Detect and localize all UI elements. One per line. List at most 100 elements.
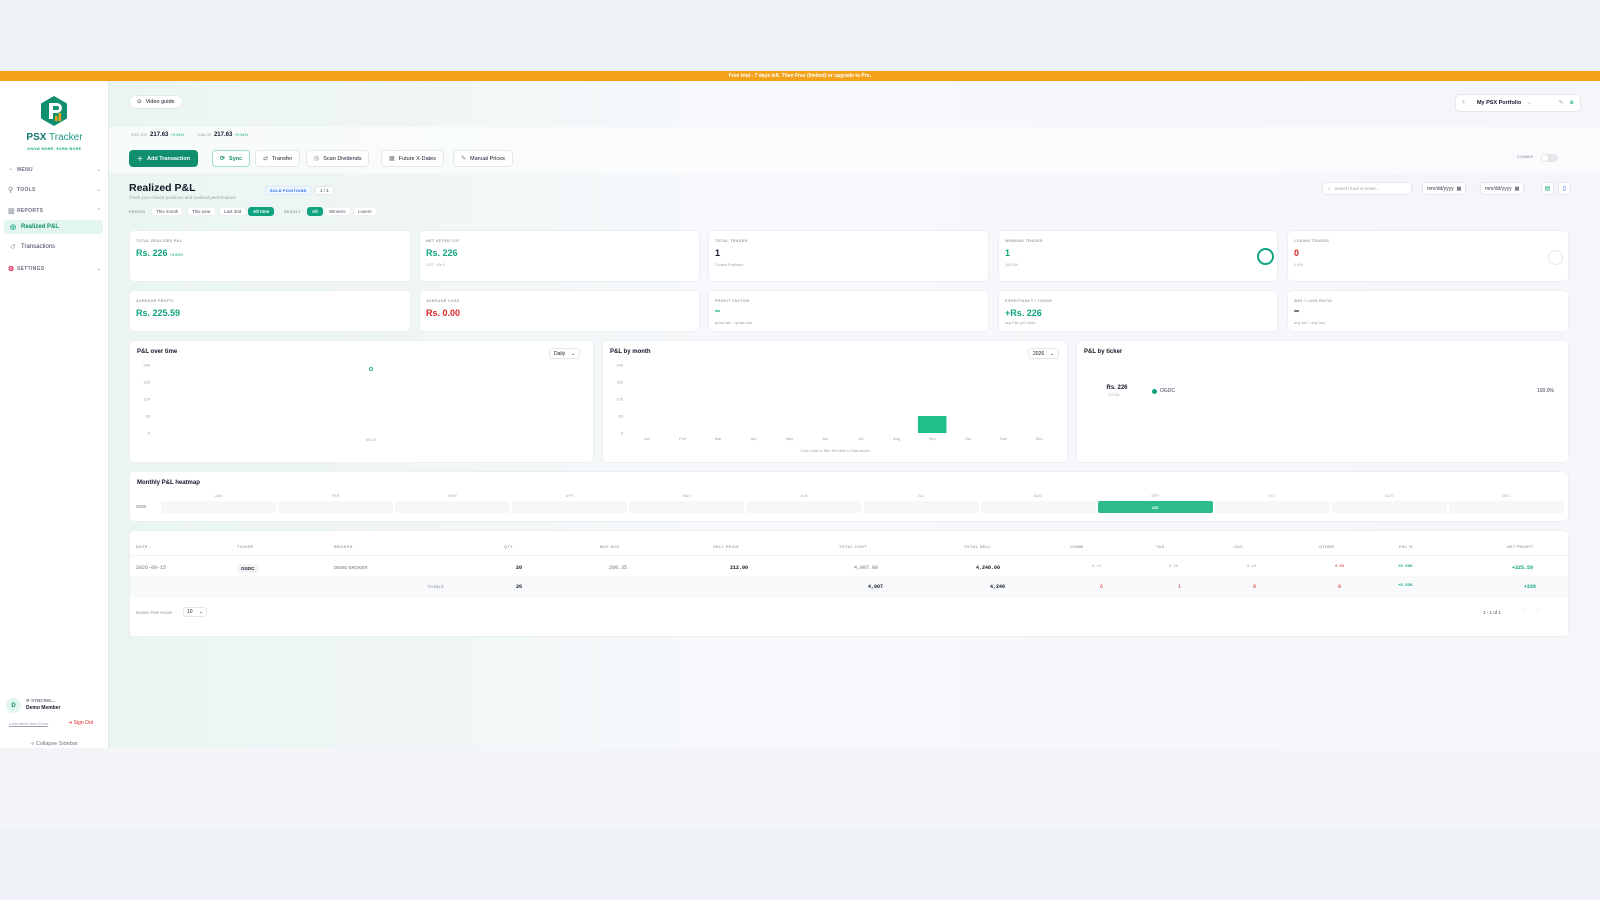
col-header-total-cost[interactable]: TOTAL COST <box>839 545 867 549</box>
heatmap-cell-feb[interactable] <box>278 501 394 513</box>
portfolio-name: My PSX Portfolio <box>1476 100 1522 106</box>
load-from-drive-link[interactable]: Load latest from Drive <box>9 721 48 726</box>
col-header-pl-pct[interactable]: P&L % <box>1399 545 1413 549</box>
sidebar-item-realized-pl[interactable]: ◎ Realized P&L <box>4 220 103 234</box>
sidebar-item-transactions[interactable]: ↺ Transactions <box>4 240 103 254</box>
psx-logo-icon[interactable] <box>38 95 70 127</box>
col-header-net-profit[interactable]: NET PROFIT <box>1507 545 1534 549</box>
heatmap-cell-dec[interactable] <box>1448 501 1564 513</box>
cell-sell-price: 212.00 <box>730 565 749 571</box>
video-guide-button[interactable]: ⊙ Video guide <box>129 95 183 109</box>
sync-label: Sync <box>229 155 243 162</box>
refresh-icon: ⟳ <box>220 156 226 162</box>
heatmap-cell-mar[interactable] <box>395 501 511 513</box>
heatmap-cell-jun[interactable] <box>746 501 862 513</box>
date-from-input[interactable]: mm/dd/yyyy ▦ <box>1422 182 1467 195</box>
col-header-ticker[interactable]: TICKER <box>237 545 254 549</box>
card-note: CGT ~Rs 0 <box>426 263 446 267</box>
future-x-dates-button[interactable]: ▦ Future X-Dates <box>381 150 444 167</box>
col-header-cdc[interactable]: CDC <box>1234 545 1243 549</box>
heatmap-cell-sep[interactable]: 226 <box>1097 501 1213 513</box>
legend-swatch-ogdc <box>1152 389 1157 394</box>
combo-toggle[interactable] <box>1541 154 1558 162</box>
col-header-broker[interactable]: BROKER <box>334 545 353 549</box>
heatmap-cell-apr[interactable] <box>512 501 628 513</box>
heatmap-cell-jul[interactable] <box>863 501 979 513</box>
col-header-sell-price[interactable]: SELL PRICE <box>713 545 739 549</box>
edit-icon[interactable]: ✎ <box>1559 100 1564 106</box>
card-winning-trades: WINNING TRADES 1 100.0% <box>998 230 1278 282</box>
donut-total-label: TOTAL <box>1108 393 1121 397</box>
add-portfolio-icon[interactable]: ⊕ <box>1569 100 1574 106</box>
portfolio-switcher[interactable]: ☾ My PSX Portfolio ⌄ ✎ ⊕ <box>1455 94 1581 112</box>
nav-reports[interactable]: ▥ REPORTS ⌃ <box>8 204 101 218</box>
user-name: Demo Member <box>26 705 61 711</box>
x-tick-label: Nov <box>1000 436 1007 441</box>
col-header-total-sell[interactable]: TOTAL SELL <box>964 545 991 549</box>
heatmap-cell-may[interactable] <box>629 501 745 513</box>
rows-per-page-select[interactable]: 10 ⌄ <box>183 607 207 617</box>
heatmap-cell-oct[interactable] <box>1214 501 1330 513</box>
moon-icon: ☾ <box>1462 100 1467 106</box>
period-last-30d[interactable]: Last 30d <box>219 207 247 216</box>
prev-page-button[interactable]: ‹ <box>1522 608 1524 614</box>
sign-out-button[interactable]: ⇥ Sign Out <box>68 720 93 726</box>
combo-label: COMBO <box>1517 155 1534 159</box>
wrench-icon: ⚲ <box>8 187 14 194</box>
period-label: PERIOD <box>129 210 146 214</box>
col-header-tax[interactable]: TAX <box>1156 545 1165 549</box>
card-expectancy: EXPECTANCY / TRADE +Rs. 226 avg P&L per … <box>998 290 1278 332</box>
future-x-dates-label: Future X-Dates <box>398 155 436 162</box>
data-point[interactable] <box>368 366 373 371</box>
result-losers[interactable]: Losers <box>353 207 377 216</box>
heatmap-month-label: JUL <box>917 494 925 498</box>
col-header-buy-avg[interactable]: BUY AVG <box>600 545 620 549</box>
page-footer-area <box>0 748 1600 828</box>
avatar[interactable]: D <box>6 698 21 713</box>
heatmap-cell-aug[interactable] <box>980 501 1096 513</box>
card-value: 0 <box>1294 248 1300 258</box>
collapse-sidebar-button[interactable]: « Collapse Sidebar <box>0 741 109 747</box>
card-value: Rs. 225.59 <box>136 308 181 318</box>
trial-banner[interactable]: Free trial - 7 days left. Then Free (lim… <box>0 71 1600 81</box>
page-title: Realized P&L <box>129 182 196 194</box>
col-header-date[interactable]: DATE ↓ <box>136 545 151 549</box>
period-all-time[interactable]: All time <box>248 207 275 216</box>
transfer-button[interactable]: ⇄ Transfer <box>255 150 301 167</box>
heatmap-cell-jan[interactable] <box>161 501 277 513</box>
cell-total-cost: 4,007.00 <box>854 565 879 571</box>
sync-button[interactable]: ⟳ Sync <box>212 150 251 167</box>
result-all[interactable]: All <box>307 207 323 216</box>
transfer-label: Transfer <box>272 155 293 162</box>
totals-row: TOTALS 20 4,007 4,240 6 1 0 0 +5.63% +22… <box>130 576 1568 598</box>
pl-over-time-chart: 240 180 120 60 0 09-15 <box>143 363 377 443</box>
x-tick-label: Sep <box>929 436 937 441</box>
col-header-qty[interactable]: QTY <box>504 545 513 549</box>
result-winners[interactable]: Winners <box>324 207 351 216</box>
date-to-input[interactable]: mm/dd/yyyy ▦ <box>1480 182 1525 195</box>
bar-sep[interactable] <box>917 416 947 433</box>
nav-settings[interactable]: ⚙ SETTINGS ⌄ <box>8 262 101 276</box>
export-pdf-button[interactable]: ▯ <box>1558 182 1571 195</box>
add-transaction-button[interactable]: ＋ Add Transaction <box>129 150 199 167</box>
period-this-year[interactable]: This year <box>187 207 216 216</box>
scan-dividends-button[interactable]: ◎ Scan Dividends <box>306 150 370 167</box>
legend-label-ogdc[interactable]: OGDC <box>1160 388 1175 394</box>
page-subtitle: Track your closed positions and realized… <box>129 195 236 200</box>
x-tick-label: Dec <box>1036 436 1043 441</box>
heatmap-cell-nov[interactable] <box>1331 501 1447 513</box>
index-kse100: KSE-100 217.63 +0.34% <box>131 132 185 138</box>
col-header-comm[interactable]: COMM <box>1070 545 1084 549</box>
x-tick-label: Jul <box>858 436 863 441</box>
export-csv-button[interactable]: ▤ <box>1541 182 1554 195</box>
col-header-other[interactable]: OTHER <box>1319 545 1334 549</box>
nav-reports-label: REPORTS <box>17 208 44 214</box>
period-this-month[interactable]: This month <box>151 207 184 216</box>
nav-menu[interactable]: ◔ MENU ⌄ <box>8 163 101 177</box>
search-input[interactable]: ⌕ Search fund or ticker... <box>1322 182 1412 195</box>
next-page-button[interactable]: › <box>1537 608 1539 614</box>
x-tick-label: Jun <box>822 436 828 441</box>
cell-ticker[interactable]: OGDC <box>237 564 259 573</box>
nav-tools[interactable]: ⚲ TOOLS ⌄ <box>8 183 101 197</box>
manual-prices-button[interactable]: ✎ Manual Prices <box>453 150 513 167</box>
